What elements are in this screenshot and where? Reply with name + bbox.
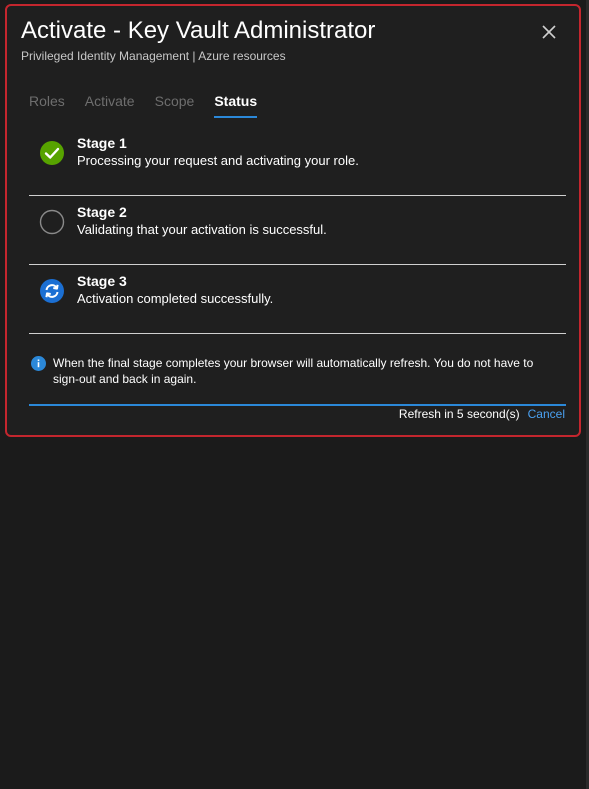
tab-roles[interactable]: Roles: [29, 92, 65, 118]
check-circle-icon: [39, 140, 65, 166]
stage-name: Stage 3: [77, 273, 127, 289]
tab-scope[interactable]: Scope: [155, 92, 195, 118]
stage-item-2: Stage 2 Validating that your activation …: [29, 197, 566, 265]
dialog-subtitle: Privileged Identity Management | Azure r…: [21, 49, 286, 63]
stage-description: Validating that your activation is succe…: [77, 222, 327, 237]
dialog-footer: Refresh in 5 second(s) Cancel: [399, 406, 565, 422]
stage-name: Stage 1: [77, 135, 127, 151]
tab-activate[interactable]: Activate: [85, 92, 135, 118]
stage-description: Activation completed successfully.: [77, 291, 274, 306]
stage-description: Processing your request and activating y…: [77, 153, 359, 168]
activation-dialog: Activate - Key Vault Administrator Privi…: [5, 4, 581, 437]
tab-status[interactable]: Status: [214, 92, 258, 118]
close-icon[interactable]: [539, 22, 559, 42]
stage-name: Stage 2: [77, 204, 127, 220]
wizard-tabs: Roles Activate Scope Status: [29, 92, 277, 118]
stage-item-1: Stage 1 Processing your request and acti…: [29, 128, 566, 196]
refresh-countdown: Refresh in 5 second(s): [398, 407, 520, 421]
dialog-title: Activate - Key Vault Administrator: [21, 17, 376, 44]
info-text: When the final stage completes your brow…: [53, 356, 534, 386]
stage-item-3: Stage 3 Activation completed successfull…: [29, 266, 566, 334]
cancel-link[interactable]: Cancel: [528, 407, 565, 421]
info-icon: [31, 356, 46, 371]
refresh-circle-icon: [39, 278, 65, 304]
empty-circle-icon: [39, 209, 65, 235]
